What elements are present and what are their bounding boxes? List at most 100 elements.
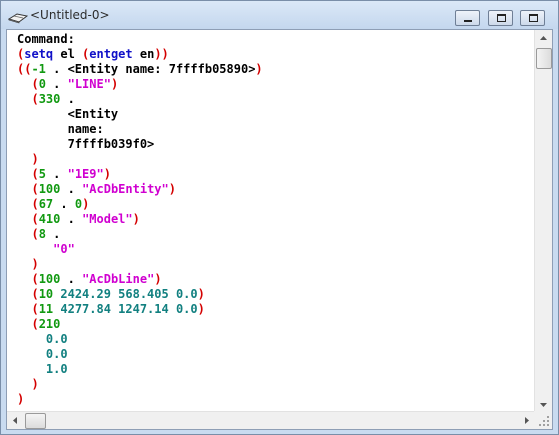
console-line: )	[17, 152, 537, 167]
console-line: )	[17, 392, 537, 407]
console-token: )	[17, 257, 39, 271]
console-line: (11 4277.84 1247.14 0.0)	[17, 302, 537, 317]
console-line: name:	[17, 122, 537, 137]
console-token: 8	[38, 227, 46, 241]
console-token: "AcDbEntity"	[82, 182, 169, 196]
console-token: 1.0	[17, 362, 68, 376]
console-token: "Model"	[82, 212, 133, 226]
console-token: "AcDbLine"	[82, 272, 155, 286]
console-token: 10	[38, 287, 54, 301]
horizontal-scrollbar[interactable]	[7, 411, 535, 429]
console-token: )	[82, 197, 90, 211]
console-token: )	[168, 182, 176, 196]
console-token: (	[17, 77, 39, 91]
console-token: 67	[38, 197, 54, 211]
console-token: )	[17, 152, 39, 166]
title-bar[interactable]: <Untitled-0>	[1, 1, 558, 29]
window-title: <Untitled-0>	[30, 8, 110, 22]
console-token: )	[132, 212, 140, 226]
console-line: <Entity	[17, 107, 537, 122]
console-line: )	[17, 377, 537, 392]
console-line: 0.0	[17, 347, 537, 362]
console-token: )	[255, 62, 263, 76]
resize-grip[interactable]	[534, 411, 552, 429]
console-area[interactable]: Command: (setq el (entget en)) ((-1 . <Ent…	[6, 29, 553, 430]
console-token: (	[17, 212, 39, 226]
console-line: 0.0	[17, 332, 537, 347]
console-token: (	[17, 317, 39, 331]
console-token: 210	[38, 317, 61, 331]
console-line: ((-1 . <Entity name: 7ffffb05890>)	[17, 62, 537, 77]
console-token: 7ffffb039f0>	[17, 137, 155, 151]
console-token: 4277.84 1247.14 0.0	[53, 302, 198, 316]
console-token: (	[17, 227, 39, 241]
resize-grip-icon	[534, 414, 552, 433]
console-token: 5	[38, 167, 46, 181]
console-token: 0	[38, 77, 46, 91]
console-line: (410 . "Model")	[17, 212, 537, 227]
console-token: .	[60, 182, 83, 196]
console-text[interactable]: Command: (setq el (entget en)) ((-1 . <Ent…	[17, 32, 537, 412]
console-token: <Entity	[17, 107, 119, 121]
console-line: (100 . "AcDbEntity")	[17, 182, 537, 197]
minimize-button[interactable]	[455, 10, 480, 26]
console-token: 330	[38, 92, 61, 106]
scroll-left-button[interactable]	[7, 412, 24, 429]
console-token: )	[103, 167, 111, 181]
console-token: 2424.29 568.405 0.0	[53, 287, 198, 301]
console-token: "LINE"	[67, 77, 111, 91]
console-token: .	[53, 197, 75, 211]
console-token: el	[53, 47, 83, 61]
console-token: entget	[89, 47, 133, 61]
vertical-scroll-thumb[interactable]	[536, 48, 552, 69]
console-token: .	[45, 77, 68, 91]
console-token: 0.0	[17, 347, 68, 361]
console-line: 7ffffb039f0>	[17, 137, 537, 152]
console-token: 100	[38, 272, 61, 286]
lisp-console-window: <Untitled-0> Command: (setq el (entget en…	[0, 0, 559, 435]
console-line: )	[17, 257, 537, 272]
close-button[interactable]	[520, 10, 545, 26]
console-token: )	[197, 302, 205, 316]
console-token: ((	[17, 62, 32, 76]
vertical-scrollbar[interactable]	[534, 30, 552, 413]
console-line: (setq el (entget en))	[17, 47, 537, 62]
console-token: 410	[38, 212, 61, 226]
scroll-up-button[interactable]	[535, 30, 552, 47]
console-token: (	[17, 272, 39, 286]
restore-button[interactable]	[488, 10, 513, 26]
console-line: (5 . "1E9")	[17, 167, 537, 182]
console-token: )	[17, 392, 25, 406]
console-token: 0	[74, 197, 83, 211]
console-token: "0"	[17, 242, 75, 256]
console-token: .	[45, 227, 61, 241]
console-token: )	[154, 272, 162, 286]
console-token: (	[17, 287, 39, 301]
console-line: Command:	[17, 32, 537, 47]
console-line: (210	[17, 317, 537, 332]
console-token: )	[17, 377, 39, 391]
console-line: 1.0	[17, 362, 537, 377]
arrow-right-icon	[518, 414, 535, 433]
console-token: 100	[38, 182, 61, 196]
console-token: .	[45, 167, 68, 181]
console-token: -1	[31, 62, 46, 76]
horizontal-scroll-thumb[interactable]	[25, 413, 46, 429]
console-token: name:	[17, 122, 104, 136]
scroll-right-button[interactable]	[518, 412, 535, 429]
arrow-left-icon	[7, 414, 24, 433]
console-token: .	[60, 212, 83, 226]
console-line: (67 . 0)	[17, 197, 537, 212]
console-token: (	[17, 197, 39, 211]
console-line: (330 .	[17, 92, 537, 107]
console-line: "0"	[17, 242, 537, 257]
console-token: (	[17, 167, 39, 181]
lisp-console-icon	[7, 9, 29, 24]
console-line: (0 . "LINE")	[17, 77, 537, 92]
console-token: )	[197, 287, 205, 301]
console-line: (100 . "AcDbLine")	[17, 272, 537, 287]
console-token: setq	[24, 47, 54, 61]
console-token: ))	[154, 47, 169, 61]
console-token: (	[17, 182, 39, 196]
console-token: en	[132, 47, 155, 61]
